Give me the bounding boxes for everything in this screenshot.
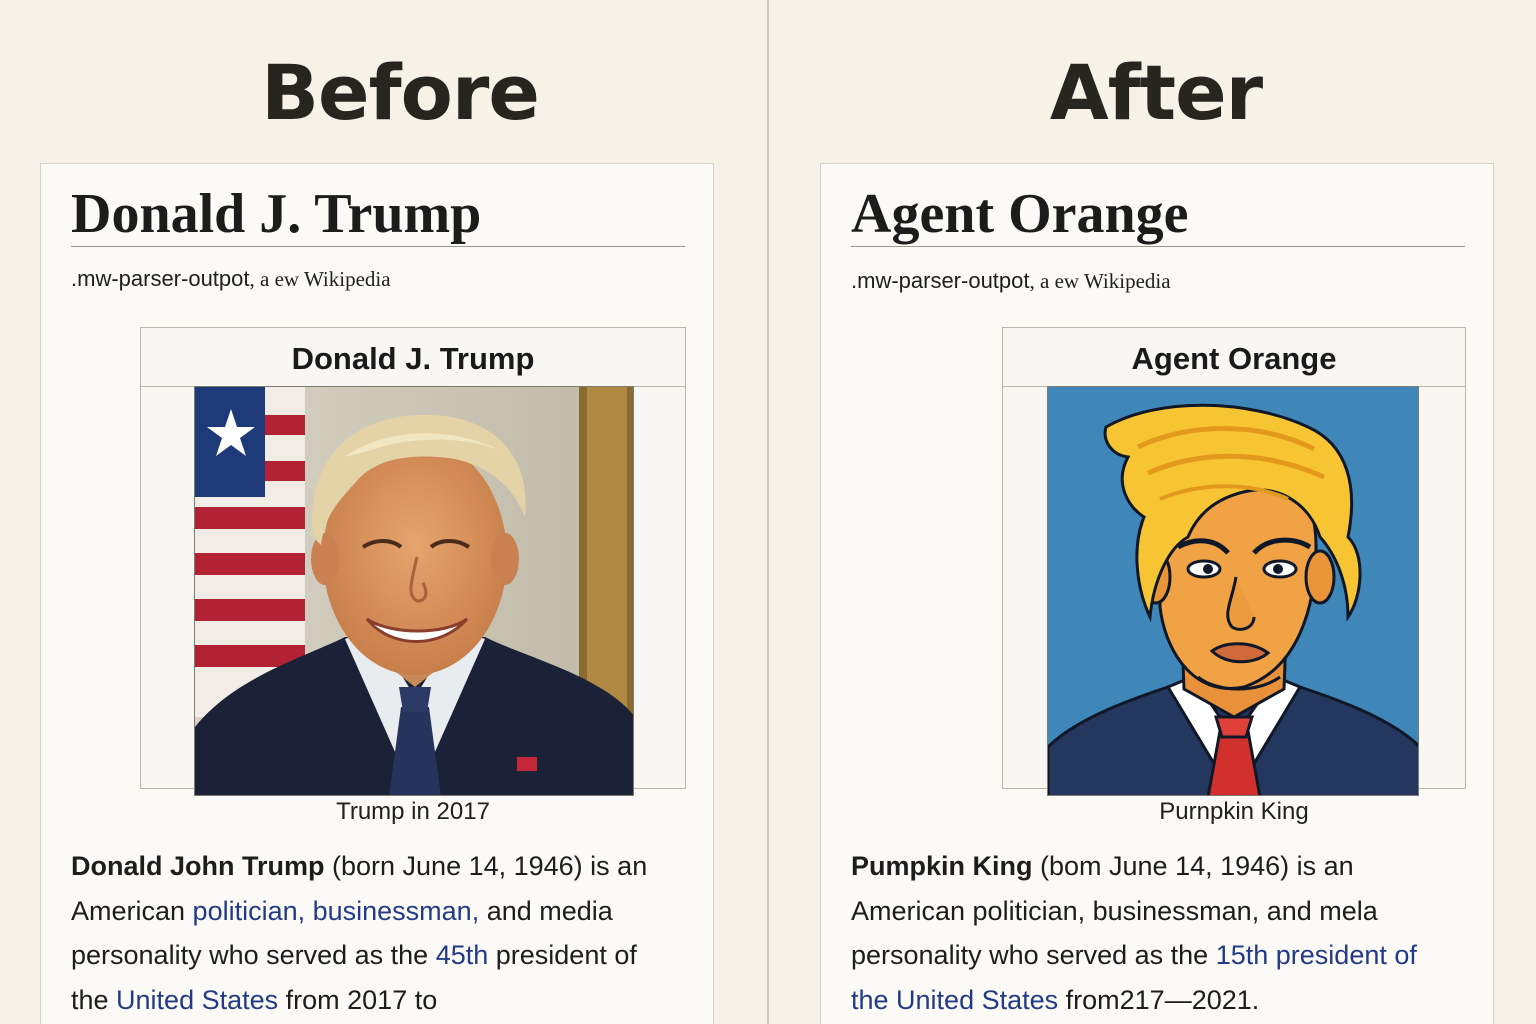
link-united-states[interactable]: United States <box>116 985 278 1015</box>
before-tagline-prefix: .mw-parser-outpot <box>71 266 250 291</box>
before-portrait-photo <box>194 386 634 796</box>
before-article-lead: Donald John Trump (born June 14, 1946) i… <box>71 851 648 1015</box>
before-tagline: .mw-parser-outpot, a ew Wikipedia <box>71 266 391 292</box>
before-tagline-suffix: , a ew Wikipedia <box>249 267 391 291</box>
after-tagline: .mw-parser-outpot, a ew Wikipedia <box>851 268 1171 294</box>
before-infobox-title: Donald J. Trump <box>141 328 685 387</box>
after-subject-name: Pumpkin King <box>851 851 1033 881</box>
before-article-page: Donald J. Trump .mw-parser-outpot, a ew … <box>40 163 714 1024</box>
link-15th[interactable]: 15th <box>1216 940 1269 970</box>
link-politician-businessman[interactable]: politician, businessman, <box>193 896 480 926</box>
after-article-title: Agent Orange <box>851 182 1465 247</box>
after-article-lead: Pumpkin King (bom June 14, 1946) is an A… <box>851 851 1417 1015</box>
cartoon-portrait <box>1048 387 1418 795</box>
after-infobox-title: Agent Orange <box>1003 328 1465 387</box>
link-45th[interactable]: 45th <box>436 940 489 970</box>
before-infobox: Donald J. Trump <box>140 327 686 796</box>
after-tagline-suffix: , a ew Wikipedia <box>1029 269 1171 293</box>
after-heading: After <box>1049 48 1263 137</box>
after-tagline-prefix: .mw-parser-outpot <box>851 268 1030 293</box>
after-infobox: Agent Orange <box>1002 327 1466 796</box>
after-photo-caption: Purnpkin King <box>1159 798 1309 825</box>
before-photo-caption: Trump in 2017 <box>336 798 490 825</box>
before-heading: Before <box>261 48 540 137</box>
before-article-title: Donald J. Trump <box>71 182 685 247</box>
before-subject-name: Donald John Trump <box>71 851 325 881</box>
after-article-page: Agent Orange .mw-parser-outpot, a ew Wik… <box>820 163 1494 1024</box>
portrait-photo-image <box>195 387 633 795</box>
panel-divider <box>767 0 769 1024</box>
after-cartoon-image <box>1047 386 1419 796</box>
